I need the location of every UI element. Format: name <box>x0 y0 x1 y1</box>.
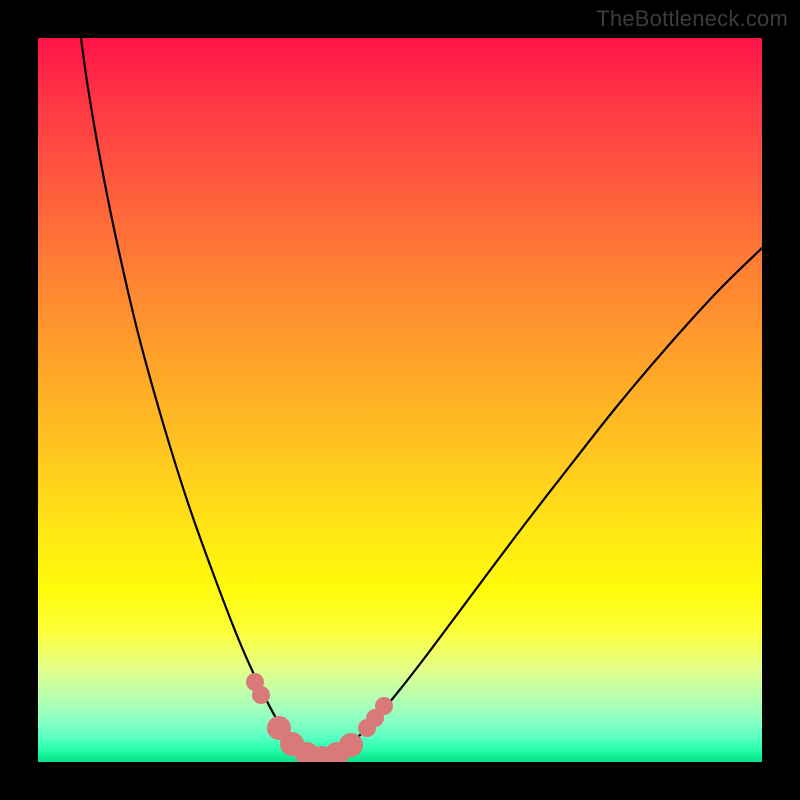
marker-dot <box>375 697 393 715</box>
curve-right-path <box>321 248 762 759</box>
chart-frame: TheBottleneck.com <box>0 0 800 800</box>
plot-area <box>38 38 762 762</box>
watermark-text: TheBottleneck.com <box>596 6 788 32</box>
marker-dot <box>252 686 270 704</box>
curve-left-path <box>81 38 321 759</box>
plot-svg <box>38 38 762 762</box>
markers-group <box>246 673 393 762</box>
marker-dot <box>339 733 363 757</box>
